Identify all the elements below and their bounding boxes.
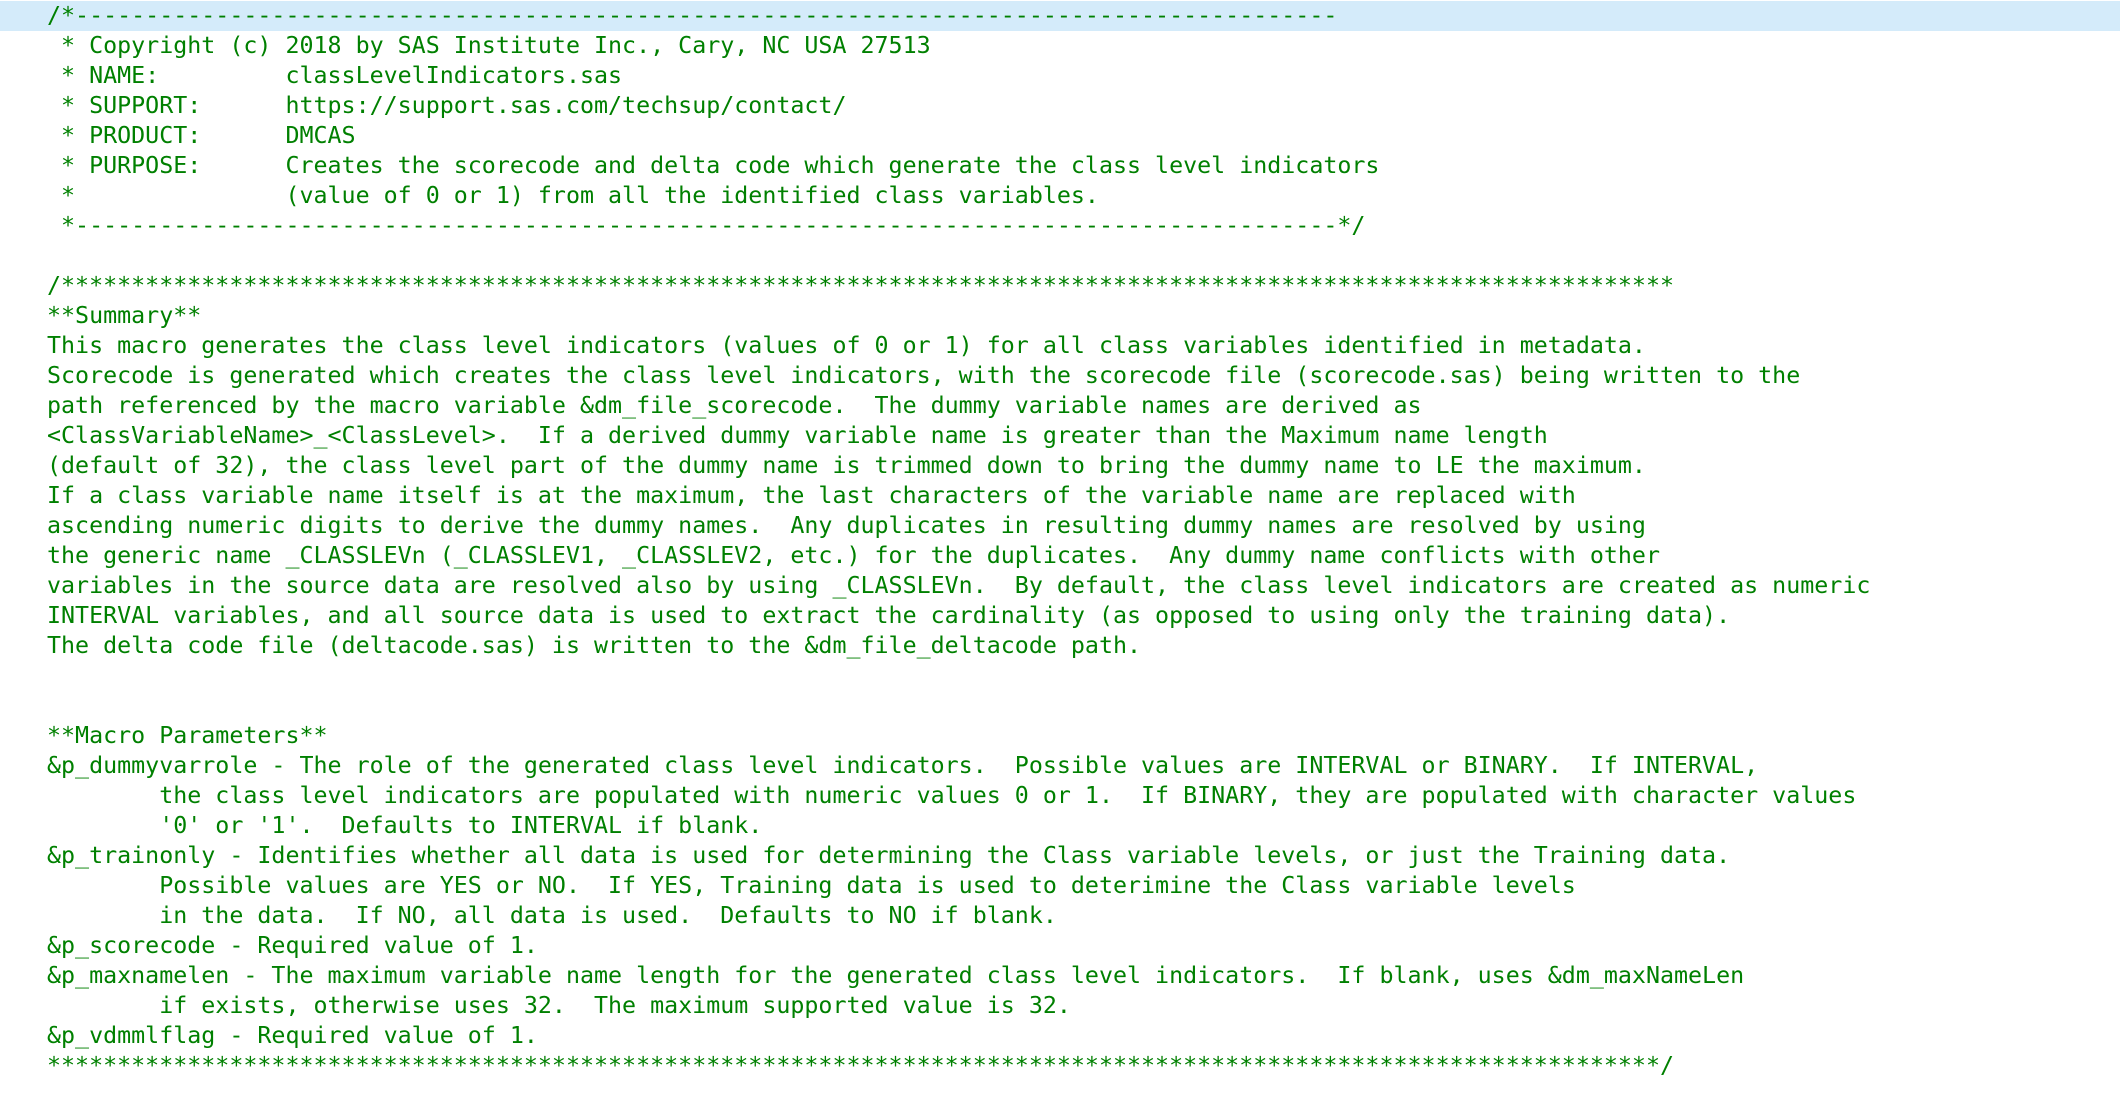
code-line[interactable]: The delta code file (deltacode.sas) is w… — [0, 631, 2120, 661]
code-line[interactable]: if exists, otherwise uses 32. The maximu… — [0, 991, 2120, 1021]
code-line[interactable]: &p_dummyvarrole - The role of the genera… — [0, 751, 2120, 781]
code-line[interactable]: &p_vdmmlflag - Required value of 1. — [0, 1021, 2120, 1051]
code-line[interactable]: /***************************************… — [0, 271, 2120, 301]
code-line[interactable] — [0, 661, 2120, 691]
code-line[interactable]: &p_maxnamelen - The maximum variable nam… — [0, 961, 2120, 991]
code-line[interactable]: If a class variable name itself is at th… — [0, 481, 2120, 511]
code-line-current[interactable]: /*--------------------------------------… — [0, 1, 2120, 31]
code-line[interactable]: **Summary** — [0, 301, 2120, 331]
code-line[interactable]: &p_scorecode - Required value of 1. — [0, 931, 2120, 961]
code-line[interactable]: *---------------------------------------… — [0, 211, 2120, 241]
code-line[interactable]: ascending numeric digits to derive the d… — [0, 511, 2120, 541]
code-line[interactable]: * PRODUCT: DMCAS — [0, 121, 2120, 151]
code-line[interactable]: the generic name _CLASSLEVn (_CLASSLEV1,… — [0, 541, 2120, 571]
code-editor[interactable]: /*--------------------------------------… — [0, 0, 2120, 1098]
code-line[interactable]: * PURPOSE: Creates the scorecode and del… — [0, 151, 2120, 181]
code-line[interactable]: variables in the source data are resolve… — [0, 571, 2120, 601]
code-line[interactable]: This macro generates the class level ind… — [0, 331, 2120, 361]
code-line[interactable]: <ClassVariableName>_<ClassLevel>. If a d… — [0, 421, 2120, 451]
code-line[interactable]: * NAME: classLevelIndicators.sas — [0, 61, 2120, 91]
code-line[interactable]: * Copyright (c) 2018 by SAS Institute In… — [0, 31, 2120, 61]
code-line[interactable]: Possible values are YES or NO. If YES, T… — [0, 871, 2120, 901]
code-line[interactable] — [0, 241, 2120, 271]
code-line[interactable]: ****************************************… — [0, 1051, 2120, 1081]
code-line[interactable]: **Macro Parameters** — [0, 721, 2120, 751]
code-line[interactable] — [0, 691, 2120, 721]
code-line[interactable]: &p_trainonly - Identifies whether all da… — [0, 841, 2120, 871]
code-line[interactable]: '0' or '1'. Defaults to INTERVAL if blan… — [0, 811, 2120, 841]
code-line[interactable]: Scorecode is generated which creates the… — [0, 361, 2120, 391]
code-line[interactable]: * (value of 0 or 1) from all the identif… — [0, 181, 2120, 211]
code-line[interactable]: the class level indicators are populated… — [0, 781, 2120, 811]
code-line[interactable]: in the data. If NO, all data is used. De… — [0, 901, 2120, 931]
code-line[interactable]: * SUPPORT: https://support.sas.com/techs… — [0, 91, 2120, 121]
code-line[interactable]: path referenced by the macro variable &d… — [0, 391, 2120, 421]
code-line[interactable]: INTERVAL variables, and all source data … — [0, 601, 2120, 631]
code-line[interactable]: (default of 32), the class level part of… — [0, 451, 2120, 481]
